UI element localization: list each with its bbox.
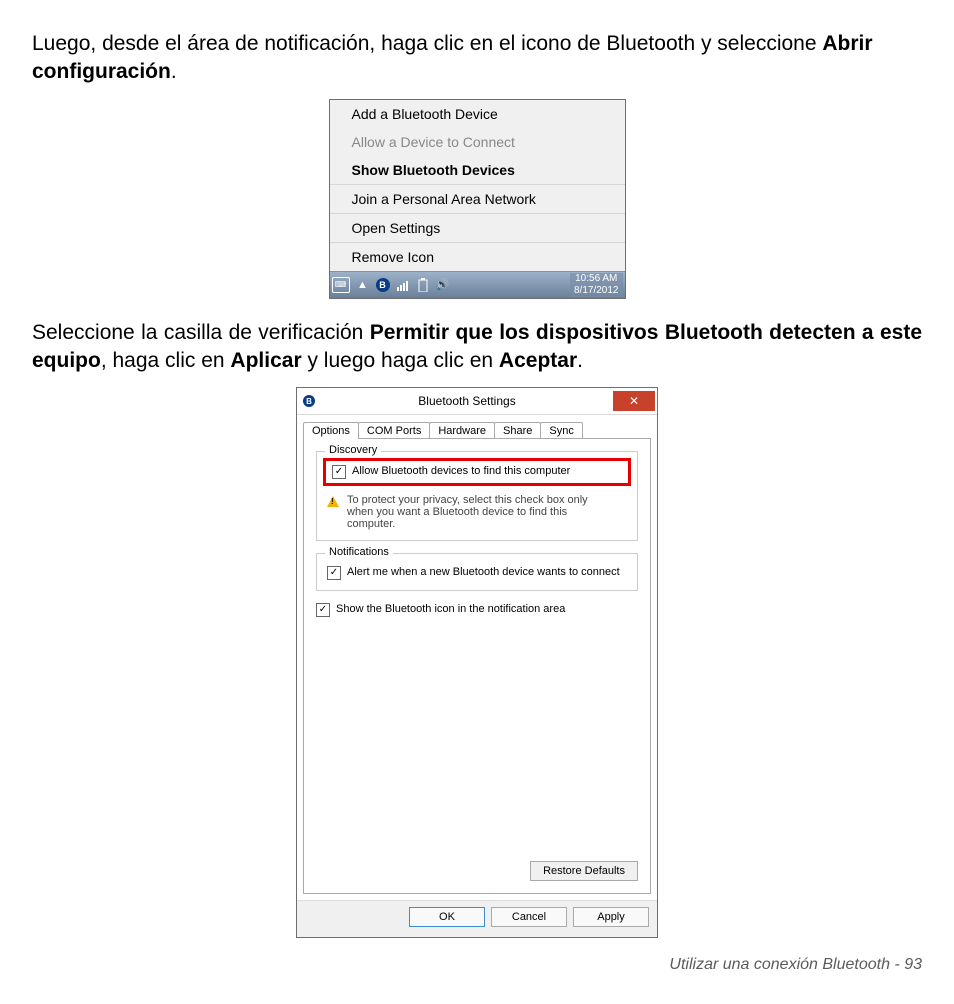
allow-find-checkbox[interactable]: ✓ <box>332 465 346 479</box>
show-icon-row[interactable]: ✓ Show the Bluetooth icon in the notific… <box>316 603 638 617</box>
paragraph-2: Seleccione la casilla de verificación Pe… <box>32 319 922 376</box>
ok-button[interactable]: OK <box>409 907 485 927</box>
allow-find-label: Allow Bluetooth devices to find this com… <box>352 465 570 477</box>
tab-hardware[interactable]: Hardware <box>429 422 495 439</box>
paragraph-1: Luego, desde el área de notificación, ha… <box>32 30 922 87</box>
bluetooth-icon: B <box>297 395 321 407</box>
taskbar: ⌨ ▲ B 🔊 10:56 AM 8/17/2012 <box>330 271 625 298</box>
dialog-title: Bluetooth Settings <box>321 394 613 408</box>
discovery-legend: Discovery <box>325 444 381 456</box>
tabs-row: Options COM Ports Hardware Share Sync <box>297 415 657 438</box>
discovery-note: To protect your privacy, select this che… <box>347 494 597 530</box>
restore-defaults-button[interactable]: Restore Defaults <box>530 861 638 881</box>
warning-icon <box>327 496 339 507</box>
taskbar-date: 8/17/2012 <box>574 285 619 297</box>
context-menu: Add a Bluetooth Device Allow a Device to… <box>329 99 626 299</box>
apply-button[interactable]: Apply <box>573 907 649 927</box>
volume-icon[interactable]: 🔊 <box>436 278 450 292</box>
allow-find-row[interactable]: ✓ Allow Bluetooth devices to find this c… <box>323 458 631 486</box>
menu-item-remove-icon[interactable]: Remove Icon <box>330 243 625 271</box>
notifications-group: Notifications ✓ Alert me when a new Blue… <box>316 553 638 591</box>
alert-new-checkbox[interactable]: ✓ <box>327 566 341 580</box>
tab-sync[interactable]: Sync <box>540 422 582 439</box>
bluetooth-settings-dialog: B Bluetooth Settings ✕ Options COM Ports… <box>296 387 658 938</box>
menu-item-show-devices[interactable]: Show Bluetooth Devices <box>330 156 625 184</box>
network-icon[interactable] <box>396 278 410 292</box>
up-arrow-icon[interactable]: ▲ <box>356 278 370 292</box>
menu-item-allow-connect: Allow a Device to Connect <box>330 128 625 156</box>
keyboard-icon: ⌨ <box>332 277 350 293</box>
menu-item-open-settings[interactable]: Open Settings <box>330 214 625 242</box>
show-icon-label: Show the Bluetooth icon in the notificat… <box>336 603 565 615</box>
tab-options[interactable]: Options <box>303 422 359 439</box>
tab-com-ports[interactable]: COM Ports <box>358 422 430 439</box>
show-icon-checkbox[interactable]: ✓ <box>316 603 330 617</box>
taskbar-time: 10:56 AM <box>574 273 619 285</box>
page-footer: Utilizar una conexión Bluetooth - 93 <box>32 956 922 974</box>
menu-item-add-device[interactable]: Add a Bluetooth Device <box>330 100 625 128</box>
alert-new-row[interactable]: ✓ Alert me when a new Bluetooth device w… <box>327 566 627 580</box>
discovery-group: Discovery ✓ Allow Bluetooth devices to f… <box>316 451 638 541</box>
cancel-button[interactable]: Cancel <box>491 907 567 927</box>
battery-icon[interactable] <box>416 278 430 292</box>
alert-new-label: Alert me when a new Bluetooth device wan… <box>347 566 620 578</box>
bluetooth-icon[interactable]: B <box>376 278 390 292</box>
close-button[interactable]: ✕ <box>613 391 655 411</box>
tab-share[interactable]: Share <box>494 422 541 439</box>
notifications-legend: Notifications <box>325 546 393 558</box>
close-icon: ✕ <box>629 394 639 408</box>
menu-item-join-pan[interactable]: Join a Personal Area Network <box>330 185 625 213</box>
